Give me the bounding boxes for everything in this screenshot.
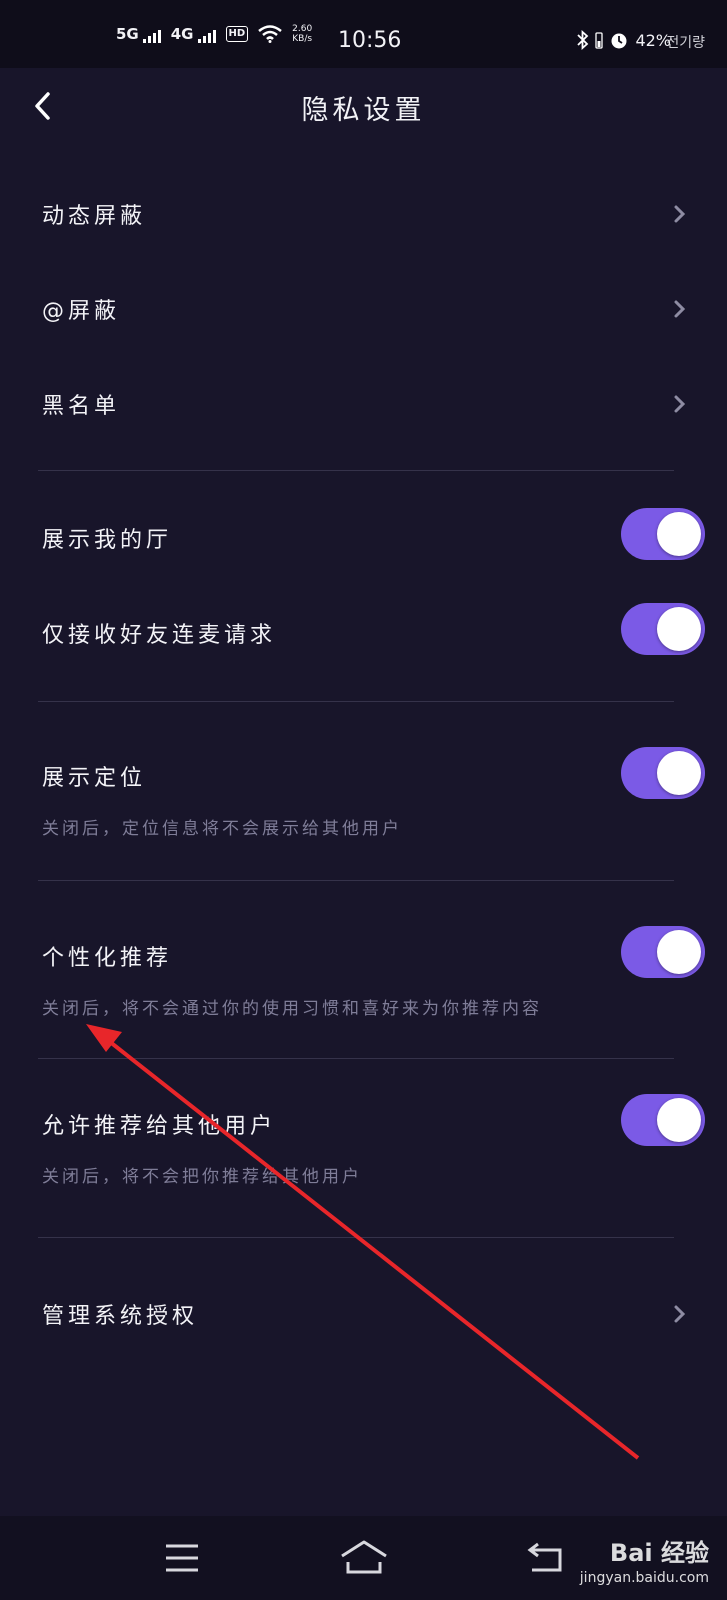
menu-item-dynamic-block[interactable]: 动态屏蔽 [42,198,687,232]
setting-show-my-room: 展示我的厅 [42,522,687,554]
divider [38,701,674,702]
divider [38,1058,674,1059]
network-4g-label: 4G [170,25,194,43]
network-speed: 2.60 KB/s [292,24,313,44]
signal-5g-icon: 5G [116,25,161,43]
bluetooth-icon [577,30,589,50]
watermark-url: jingyan.baidu.com [579,1570,709,1586]
menu-item-mention-block[interactable]: @屏蔽 [42,293,687,327]
home-icon[interactable] [334,1536,394,1580]
toggle-personalized-recommend[interactable] [621,926,705,978]
chevron-right-icon [674,395,686,413]
divider [38,1237,674,1238]
setting-personalized-recommend: 个性化推荐 关闭后，将不会通过你的使用习惯和喜好来为你推荐内容 [42,940,687,1019]
chevron-right-icon [674,205,686,223]
status-left: 5G 4G HD 2.60 KB/s [116,24,312,44]
menu-icon[interactable] [152,1536,212,1580]
menu-item-blacklist[interactable]: 黑名单 [42,388,687,422]
status-right: 42% [577,30,671,50]
menu-item-label: 动态屏蔽 [42,204,147,229]
setting-recommend-to-others: 允许推荐给其他用户 关闭后，将不会把你推荐给其他用户 [42,1108,687,1187]
signal-4g-icon: 4G [171,25,216,43]
back-nav-icon[interactable] [518,1536,578,1580]
watermark-brand: Bai 经验 [609,1539,709,1567]
wifi-icon [258,25,282,43]
setting-description: 关闭后，将不会通过你的使用习惯和喜好来为你推荐内容 [42,999,542,1019]
menu-item-manage-permissions[interactable]: 管理系统授权 [42,1298,687,1332]
toggle-knob [657,751,701,795]
toggle-knob [657,512,701,556]
setting-label: 允许推荐给其他用户 [42,1114,277,1139]
toggle-knob [657,607,701,651]
setting-description: 关闭后，将不会把你推荐给其他用户 [42,1167,362,1187]
toggle-knob [657,1098,701,1142]
menu-item-label: @屏蔽 [42,299,121,324]
clock: 10:56 [338,28,402,53]
toggle-friend-mic-only[interactable] [621,603,705,655]
menu-item-label: 管理系统授权 [42,1304,199,1329]
header: 隐私设置 [0,68,727,144]
toggle-show-my-room[interactable] [621,508,705,560]
setting-label: 展示我的厅 [42,528,173,553]
setting-show-location: 展示定位 关闭后，定位信息将不会展示给其他用户 [42,760,687,839]
navigation-bar: Bai 经验 jingyan.baidu.com [0,1516,727,1600]
toggle-recommend-to-others[interactable] [621,1094,705,1146]
divider [38,470,674,471]
hd-voice-icon: HD [225,26,249,42]
divider [38,880,674,881]
battery-small-icon [595,32,604,49]
toggle-knob [657,930,701,974]
setting-label: 展示定位 [42,766,147,791]
setting-friend-mic-only: 仅接收好友连麦请求 [42,617,687,649]
setting-label: 个性化推荐 [42,946,173,971]
setting-description: 关闭后，定位信息将不会展示给其他用户 [42,819,402,839]
toggle-show-location[interactable] [621,747,705,799]
chevron-right-icon [674,1305,686,1323]
setting-label: 仅接收好友连麦请求 [42,623,277,648]
carrier-label: 전기량 [666,35,705,51]
alarm-icon [611,33,627,49]
watermark: Bai 经验 jingyan.baidu.com [580,1533,709,1586]
chevron-right-icon [674,300,686,318]
menu-item-label: 黑名单 [42,394,121,419]
status-bar: 5G 4G HD 2.60 KB/s 10:56 42% 전기량 [0,0,727,68]
page-title: 隐私设置 [301,95,426,126]
network-5g-label: 5G [116,25,139,43]
